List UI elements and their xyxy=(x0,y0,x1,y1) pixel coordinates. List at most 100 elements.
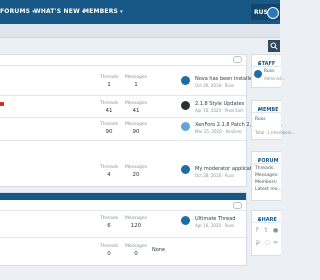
last-post-title[interactable]: 2.1.8 Style Updates xyxy=(195,101,244,107)
twitter-icon[interactable]: t xyxy=(265,227,267,234)
avatar[interactable] xyxy=(254,70,262,78)
messages-count: 0 xyxy=(134,251,138,257)
messages-label: Messages xyxy=(124,244,148,249)
forum-row-spacer xyxy=(0,140,246,158)
last-post-title[interactable]: My moderator application xyxy=(195,166,259,172)
avatar[interactable] xyxy=(181,76,190,85)
nav-forums[interactable]: FORUMS ▾ xyxy=(0,8,35,15)
stat-latest-label: Latest me... xyxy=(255,187,282,192)
stat-messages-label: Messages: xyxy=(255,173,279,178)
share-widget-header: ▸ SHARE xyxy=(252,211,281,223)
forum-stats-widget: ▸ FORUM Threads: Messages: Members: Late… xyxy=(251,151,282,201)
threads-count: 4 xyxy=(107,172,111,178)
members-title: MEMBE xyxy=(258,107,279,113)
facebook-icon[interactable]: f xyxy=(256,227,258,234)
avatar[interactable] xyxy=(181,165,190,174)
last-post-meta: Oct 28, 2018 · Russ xyxy=(195,173,235,178)
members-online-widget: ▸ MEMBE Russ Total: 1 (members... xyxy=(251,100,295,140)
share-widget: ▸ SHARE f t ● p ◌ ∞ xyxy=(251,210,281,256)
reddit-icon[interactable]: ● xyxy=(273,227,278,234)
messages-count: 20 xyxy=(132,172,140,178)
avatar[interactable] xyxy=(181,216,190,225)
threads-count: 0 xyxy=(107,251,111,257)
nav-forums-label: FORUMS xyxy=(0,8,31,15)
forum-row[interactable]: Threads 4 Messages 20 My moderator appli… xyxy=(0,158,259,185)
messages-stat: Messages 120 xyxy=(124,216,148,229)
nav-whats-new[interactable]: WHAT'S NEW ▾ xyxy=(34,8,85,15)
user-menu-button[interactable]: RUSS xyxy=(251,4,280,20)
threads-label: Threads xyxy=(99,101,119,106)
messages-stat: Messages 90 xyxy=(124,122,148,135)
staff-name[interactable]: Russ xyxy=(264,69,274,74)
threads-label: Threads xyxy=(99,122,119,127)
search-icon[interactable] xyxy=(268,40,280,52)
members-widget-header: ▸ MEMBE xyxy=(252,101,281,113)
messages-label: Messages xyxy=(124,122,148,127)
last-post-meta: Apr 16, 2020 · Russ xyxy=(195,223,235,228)
sub-navigation-bar xyxy=(0,24,280,38)
messages-count: 90 xyxy=(132,129,140,135)
threads-stat: Threads 1 xyxy=(97,75,121,88)
messages-count: 120 xyxy=(130,223,142,229)
messages-count: 1 xyxy=(134,82,138,88)
chevron-down-icon[interactable]: ▾ xyxy=(120,9,123,15)
last-post-meta: Oct 26, 2018 · Russ xyxy=(195,83,235,88)
threads-label: Threads xyxy=(99,75,119,80)
avatar[interactable] xyxy=(181,122,190,131)
pinterest-icon[interactable]: p xyxy=(256,239,260,246)
last-post-meta: Mar 25, 2020 · XenForo xyxy=(195,129,242,134)
threads-label: Threads xyxy=(99,216,119,221)
share-title: SHARE xyxy=(258,217,277,223)
whatsapp-icon[interactable]: ◌ xyxy=(265,239,270,246)
messages-stat: Messages 20 xyxy=(124,165,148,178)
messages-stat: Messages 0 xyxy=(124,244,148,257)
messages-stat: Messages 41 xyxy=(124,101,148,114)
avatar xyxy=(267,7,279,19)
members-total: Total: 1 (members... xyxy=(255,130,296,135)
online-member-name[interactable]: Russ xyxy=(255,117,265,122)
forum-category-2: Threads 6 Messages 120 Ultimate Thread A… xyxy=(0,192,247,266)
forum-category-1: Threads 1 Messages 1 Nova has been insta… xyxy=(0,54,283,187)
threads-count: 41 xyxy=(105,108,113,114)
staff-widget: ▸ STAFF Russ Administ... xyxy=(251,54,285,88)
messages-label: Messages xyxy=(124,216,148,221)
forum-stats-header: ▸ FORUM xyxy=(252,152,281,164)
nav-whats-new-label: WHAT'S NEW xyxy=(34,8,80,15)
messages-label: Messages xyxy=(124,165,148,170)
last-post-title[interactable]: Ultimate Thread xyxy=(195,216,235,222)
search-glyph xyxy=(270,42,278,50)
forum-row[interactable]: Threads 1 Messages 1 Nova has been insta… xyxy=(0,66,281,96)
nav-members[interactable]: MEMBERS ▾ xyxy=(83,8,123,15)
threads-count: 90 xyxy=(105,129,113,135)
messages-count: 41 xyxy=(132,108,140,114)
messages-label: Messages xyxy=(124,75,148,80)
forum-row[interactable]: Threads 90 Messages 90 XenForo 2.1.8 Pat… xyxy=(0,117,283,141)
forum-stats-title: FORUM xyxy=(258,158,279,164)
threads-stat: Threads 90 xyxy=(97,122,121,135)
threads-count: 6 xyxy=(107,223,111,229)
category-header[interactable] xyxy=(0,200,246,211)
collapse-toggle-icon[interactable] xyxy=(233,56,242,63)
collapse-toggle-icon[interactable] xyxy=(233,202,242,209)
forum-row[interactable]: Threads 41 Messages 41 2.1.8 Style Updat… xyxy=(0,95,246,118)
threads-stat: Threads 6 xyxy=(97,216,121,229)
link-icon[interactable]: ∞ xyxy=(273,239,278,246)
threads-label: Threads xyxy=(99,165,119,170)
forum-row[interactable]: Threads 6 Messages 120 Ultimate Thread A… xyxy=(0,211,246,238)
nav-members-label: MEMBERS xyxy=(83,8,119,15)
last-post-meta: Apr 16, 2020 · Pixel Exit xyxy=(195,108,243,113)
forum-row[interactable]: Threads 0 Messages 0 None xyxy=(0,237,246,263)
threads-label: Threads xyxy=(99,244,119,249)
messages-label: Messages xyxy=(124,101,148,106)
threads-stat: Threads 0 xyxy=(97,244,121,257)
staff-title: STAFF xyxy=(258,61,276,67)
new-badge xyxy=(0,102,4,106)
last-post-none: None xyxy=(152,247,166,253)
stat-members-label: Members: xyxy=(255,180,278,185)
top-navigation: FORUMS ▾ WHAT'S NEW ▾ MEMBERS ▾ RUSS xyxy=(0,0,280,24)
category-header[interactable] xyxy=(0,55,246,66)
category-header-bar xyxy=(0,193,246,200)
staff-role: Administ... xyxy=(264,76,286,81)
staff-widget-header: ▸ STAFF xyxy=(252,55,281,67)
avatar[interactable] xyxy=(181,101,190,110)
